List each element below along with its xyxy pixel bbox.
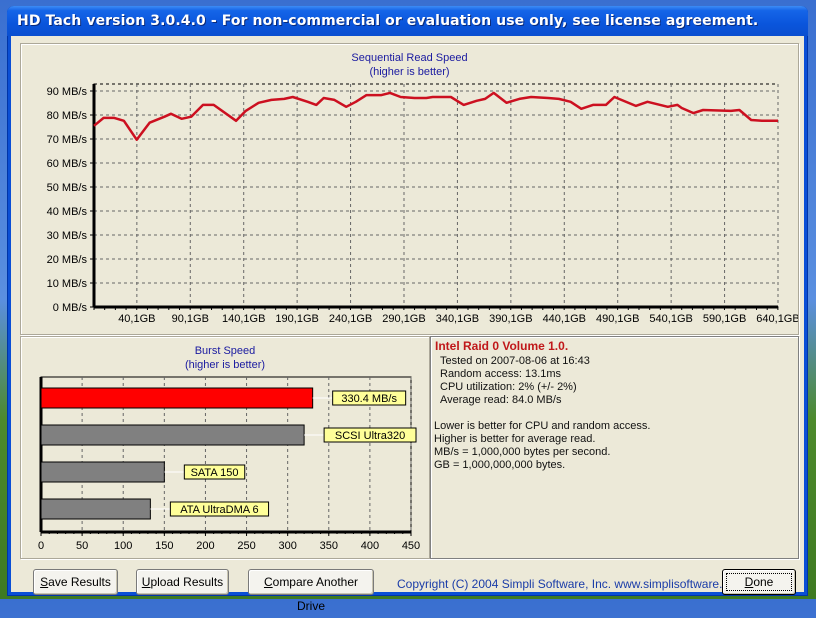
compare-accel: C (263, 575, 273, 589)
burst-bar (40, 387, 314, 409)
x-tick-label: 340,1GB (436, 313, 479, 325)
x-tick-label: 640,1GB (756, 313, 798, 325)
y-tick-label: 60 MB/s (47, 158, 88, 170)
bar-label: ATA UltraDMA 6 (180, 504, 258, 516)
x-tick-label: 40,1GB (118, 313, 155, 325)
y-tick-label: 20 MB/s (47, 254, 88, 266)
title-bar[interactable]: HD Tach version 3.0.4.0 - For non-commer… (7, 6, 808, 36)
cpu-utilization-text: CPU utilization: 2% (+/- 2%) (440, 381, 577, 393)
plot-frame (93, 83, 779, 308)
window-title: HD Tach version 3.0.4.0 - For non-commer… (17, 13, 759, 29)
hd-tach-window: HD Tach version 3.0.4.0 - For non-commer… (7, 6, 808, 613)
y-tick-label: 90 MB/s (47, 86, 88, 98)
client-area: Sequential Read Speed (higher is better)… (11, 36, 804, 613)
burst-speed-panel: Burst Speed (higher is better) 0 50 100 150… (20, 336, 430, 559)
bar-label: 330.4 MB/s (341, 393, 397, 405)
upload-label: pload Results (150, 575, 224, 589)
drive-name: Intel Raid 0 Volume 1.0. (435, 339, 569, 353)
copyright-link[interactable]: Copyright (C) 2004 Simpli Software, Inc.… (397, 577, 745, 591)
save-label: ave Results (48, 575, 111, 589)
y-tick-label: 70 MB/s (47, 134, 88, 146)
drive-info-panel: Intel Raid 0 Volume 1.0. Tested on 2007-… (430, 336, 799, 559)
x-tick-label: 240,1GB (329, 313, 372, 325)
x-tick-label: 190,1GB (275, 313, 318, 325)
x-tick-label: 50 (76, 540, 88, 552)
compare-label: ompare Another Drive (272, 575, 359, 613)
x-tick-label: 300 (278, 540, 296, 552)
sequential-read-panel: Sequential Read Speed (higher is better)… (20, 43, 799, 335)
note-line: Higher is better for average read. (434, 433, 596, 445)
burst-bar (40, 498, 151, 520)
x-tick-label: 450 (402, 540, 420, 552)
note-line: Lower is better for CPU and random acces… (434, 420, 651, 432)
x-tick-label: 90,1GB (172, 313, 209, 325)
x-tick-label: 200 (196, 540, 214, 552)
x-tick-label: 150 (155, 540, 173, 552)
x-tick-label: 590,1GB (703, 313, 746, 325)
x-tick-label: 100 (114, 540, 132, 552)
y-tick-label: 30 MB/s (47, 230, 88, 242)
save-results-button[interactable]: Save Results (33, 569, 118, 595)
burst-speed-chart: 0 50 100 150 200 250 300 350 400 450 330.4 MB/s SCS… (38, 376, 420, 552)
x-tick-label: 350 (320, 540, 338, 552)
bar-label: SCSI Ultra320 (335, 430, 405, 442)
save-accel: S (40, 575, 49, 589)
burst-bar (40, 424, 305, 446)
x-tick-label: 0 (38, 540, 44, 552)
x-tick-label: 440,1GB (543, 313, 586, 325)
focus-rect (726, 573, 792, 591)
tested-on-text: Tested on 2007-08-06 at 16:43 (440, 355, 590, 367)
read-speed-line (93, 91, 778, 141)
y-tick-label: 50 MB/s (47, 182, 88, 194)
y-tick-label: 10 MB/s (47, 278, 88, 290)
note-line: MB/s = 1,000,000 bytes per second. (434, 446, 611, 458)
x-tick-label: 540,1GB (649, 313, 692, 325)
y-tick-label: 0 MB/s (53, 302, 88, 314)
x-tick-label: 290,1GB (382, 313, 425, 325)
done-button[interactable]: Done (722, 569, 796, 595)
x-tick-label: 250 (237, 540, 255, 552)
x-tick-label: 390,1GB (489, 313, 532, 325)
burst-bar (40, 461, 165, 483)
note-line: GB = 1,000,000,000 bytes. (434, 459, 566, 471)
sequential-read-chart: 0 MB/s 10 MB/s 20 MB/s 30 MB/s 40 MB/s 50 MB/… (47, 83, 798, 325)
upload-results-button[interactable]: Upload Results (136, 569, 229, 595)
average-read-text: Average read: 84.0 MB/s (440, 394, 562, 406)
x-tick-label: 400 (361, 540, 379, 552)
y-tick-label: 40 MB/s (47, 206, 88, 218)
compare-another-drive-button[interactable]: Compare Another Drive (248, 569, 374, 613)
x-tick-label: 140,1GB (222, 313, 265, 325)
random-access-text: Random access: 13.1ms (440, 368, 562, 380)
x-tick-label: 490,1GB (596, 313, 639, 325)
y-tick-label: 80 MB/s (47, 110, 88, 122)
bar-label: SATA 150 (191, 467, 239, 479)
